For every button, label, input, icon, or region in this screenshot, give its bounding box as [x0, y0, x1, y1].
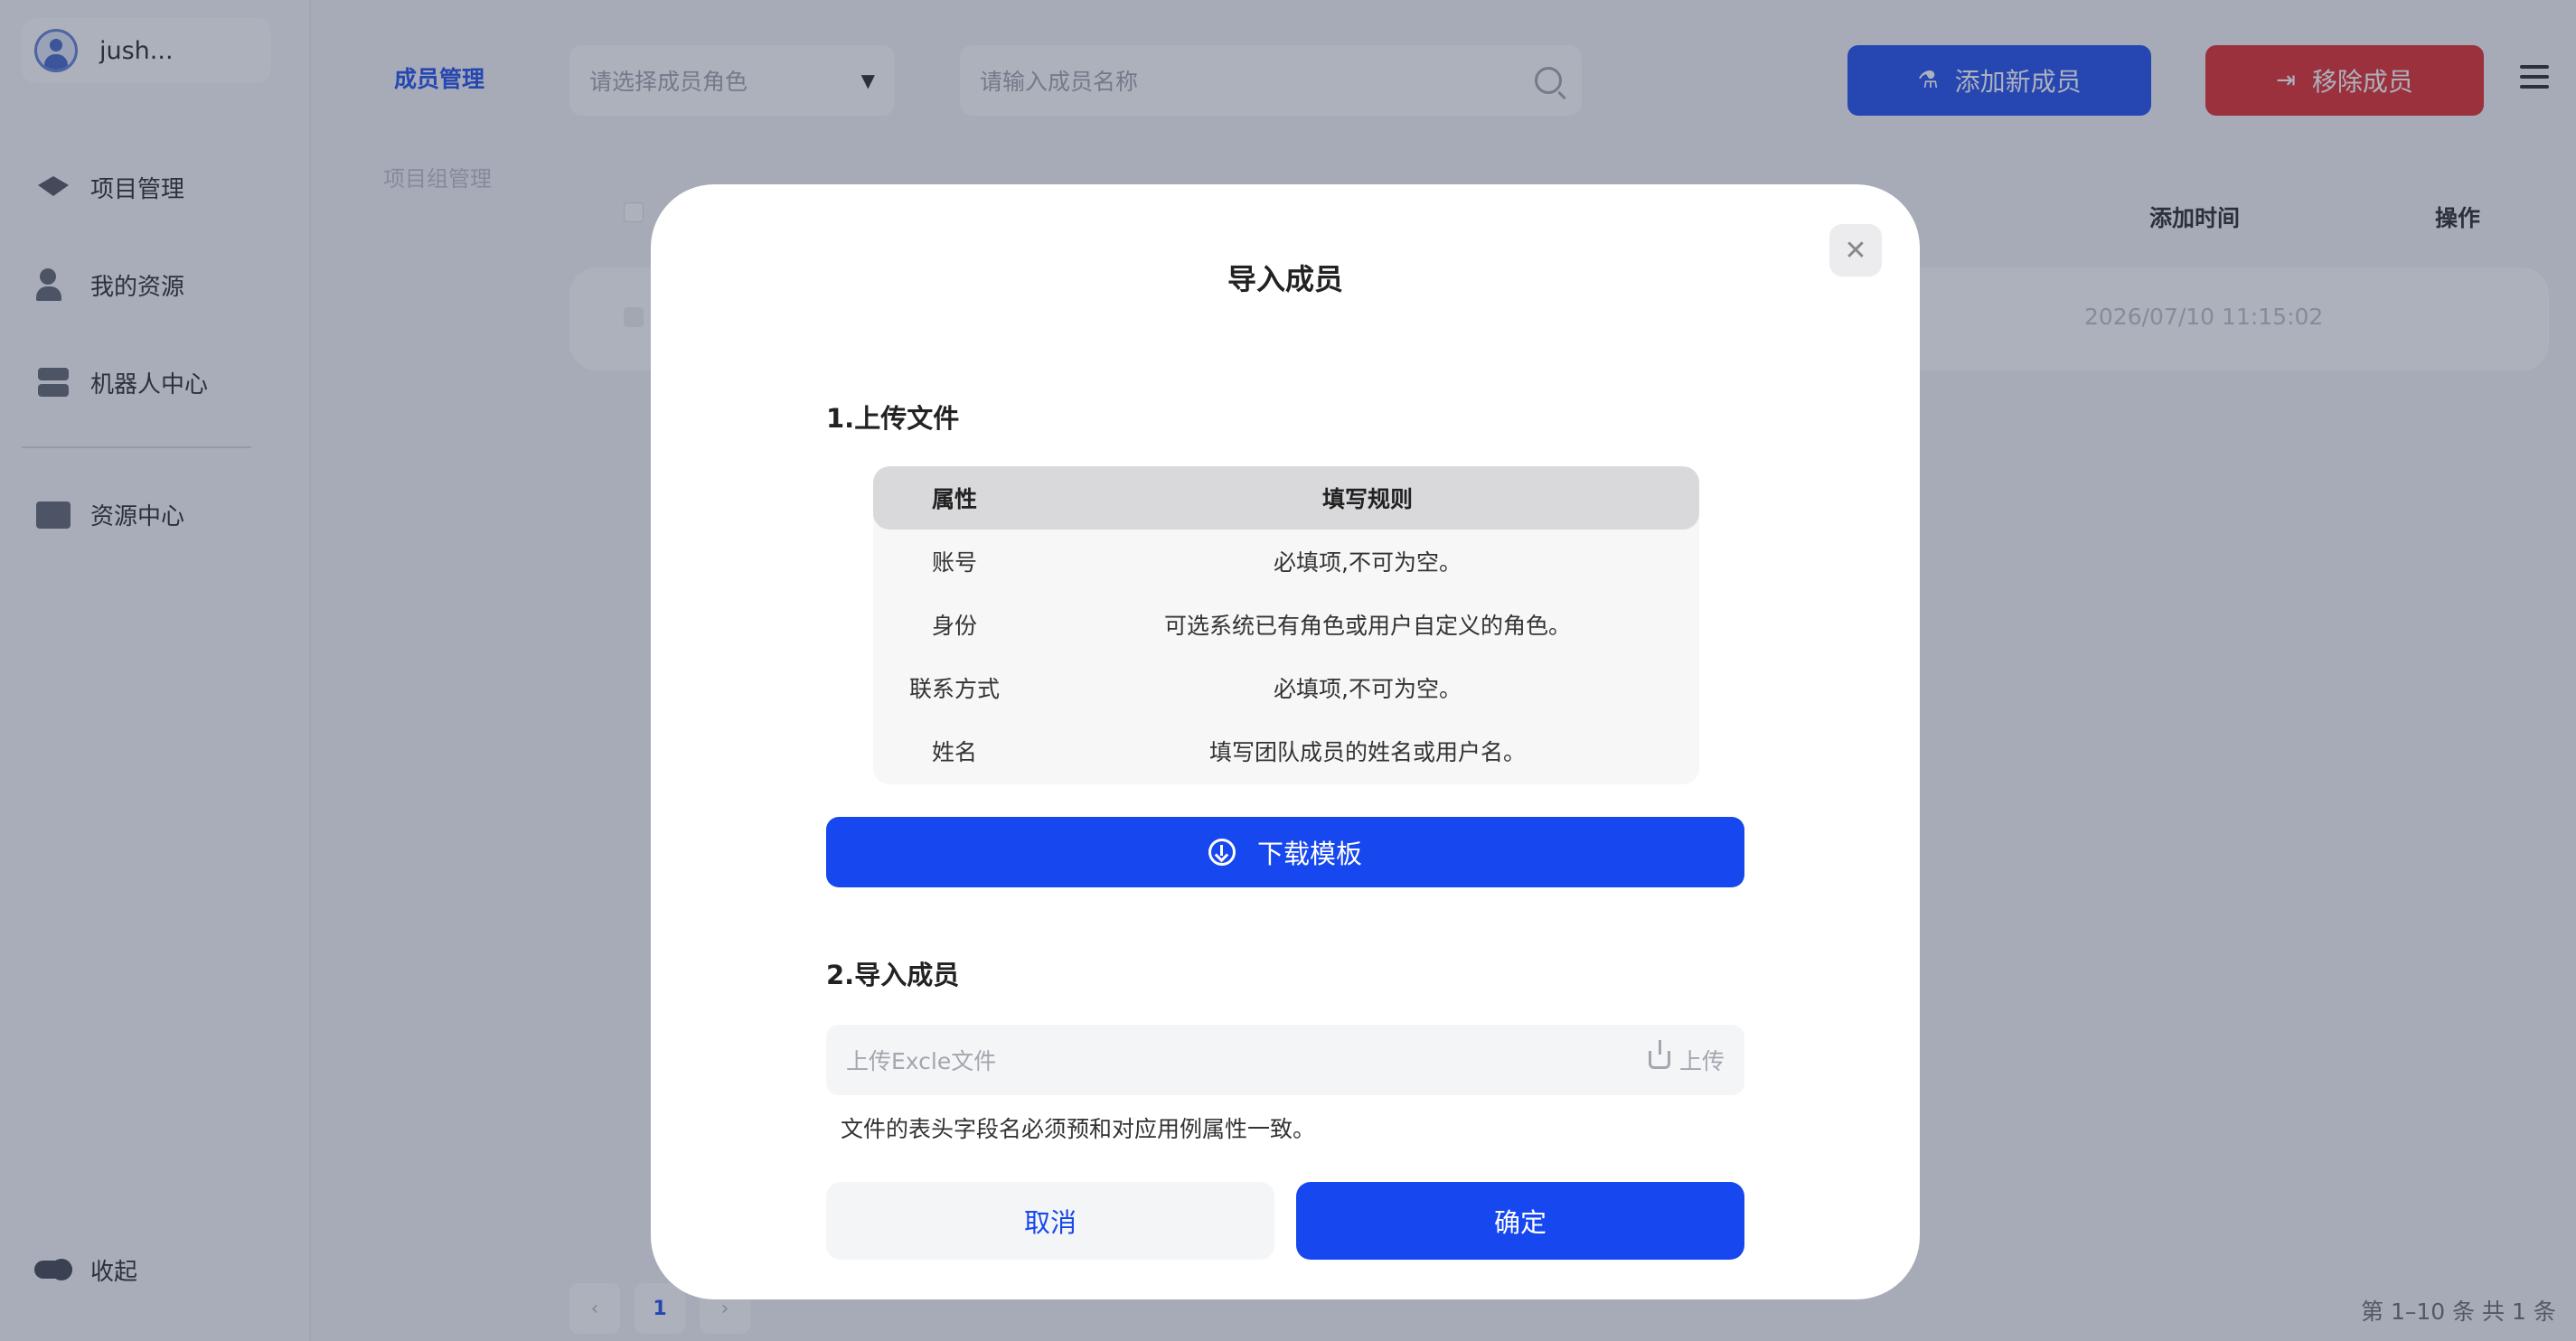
cell-rule: 必填项,不可为空。: [1274, 549, 1462, 576]
download-template-button[interactable]: 下载模板: [826, 817, 1744, 887]
cell-rule: 可选系统已有角色或用户自定义的角色。: [1163, 613, 1571, 639]
step1-label: 1.上传文件: [826, 403, 960, 434]
dialog-title: 导入成员: [1227, 262, 1343, 296]
step2-label: 2.导入成员: [826, 960, 960, 990]
header-attr: 属性: [931, 486, 977, 512]
download-label: 下载模板: [1256, 839, 1362, 869]
table-row: 账号 必填项,不可为空。: [873, 530, 1699, 593]
cell-attr: 身份: [931, 613, 977, 639]
table-row: 姓名 填写团队成员的姓名或用户名。: [873, 719, 1699, 783]
confirm-button[interactable]: 确定: [1296, 1182, 1744, 1260]
cell-rule: 必填项,不可为空。: [1274, 676, 1462, 702]
cell-attr: 联系方式: [908, 676, 1000, 702]
upload-placeholder: 上传Excle文件: [846, 1048, 997, 1074]
upload-button[interactable]: 上传: [1648, 1040, 1725, 1076]
table-row: 联系方式 必填项,不可为空。: [873, 656, 1699, 719]
rules-table: 属性 填写规则 账号 必填项,不可为空。 身份 可选系统已有角色或用户自定义的角…: [873, 466, 1699, 784]
cell-attr: 姓名: [931, 739, 977, 765]
cancel-button[interactable]: 取消: [826, 1182, 1274, 1260]
upload-icon: [1648, 1040, 1670, 1069]
upload-hint: 文件的表头字段名必须预和对应用例属性一致。: [841, 1116, 1316, 1142]
cell-attr: 账号: [931, 549, 977, 576]
upload-file-field[interactable]: 上传Excle文件 上传: [826, 1025, 1744, 1095]
table-row: 身份 可选系统已有角色或用户自定义的角色。: [873, 593, 1699, 656]
cell-rule: 填写团队成员的姓名或用户名。: [1208, 739, 1526, 765]
download-icon: [1208, 839, 1236, 866]
upload-button-label: 上传: [1678, 1048, 1725, 1074]
header-rule: 填写规则: [1321, 486, 1413, 512]
rules-table-header: 属性 填写规则: [873, 466, 1699, 530]
import-members-dialog: ✕ 导入成员 1.上传文件 属性 填写规则 账号 必填项,不可为空。 身份 可选…: [651, 184, 1920, 1299]
